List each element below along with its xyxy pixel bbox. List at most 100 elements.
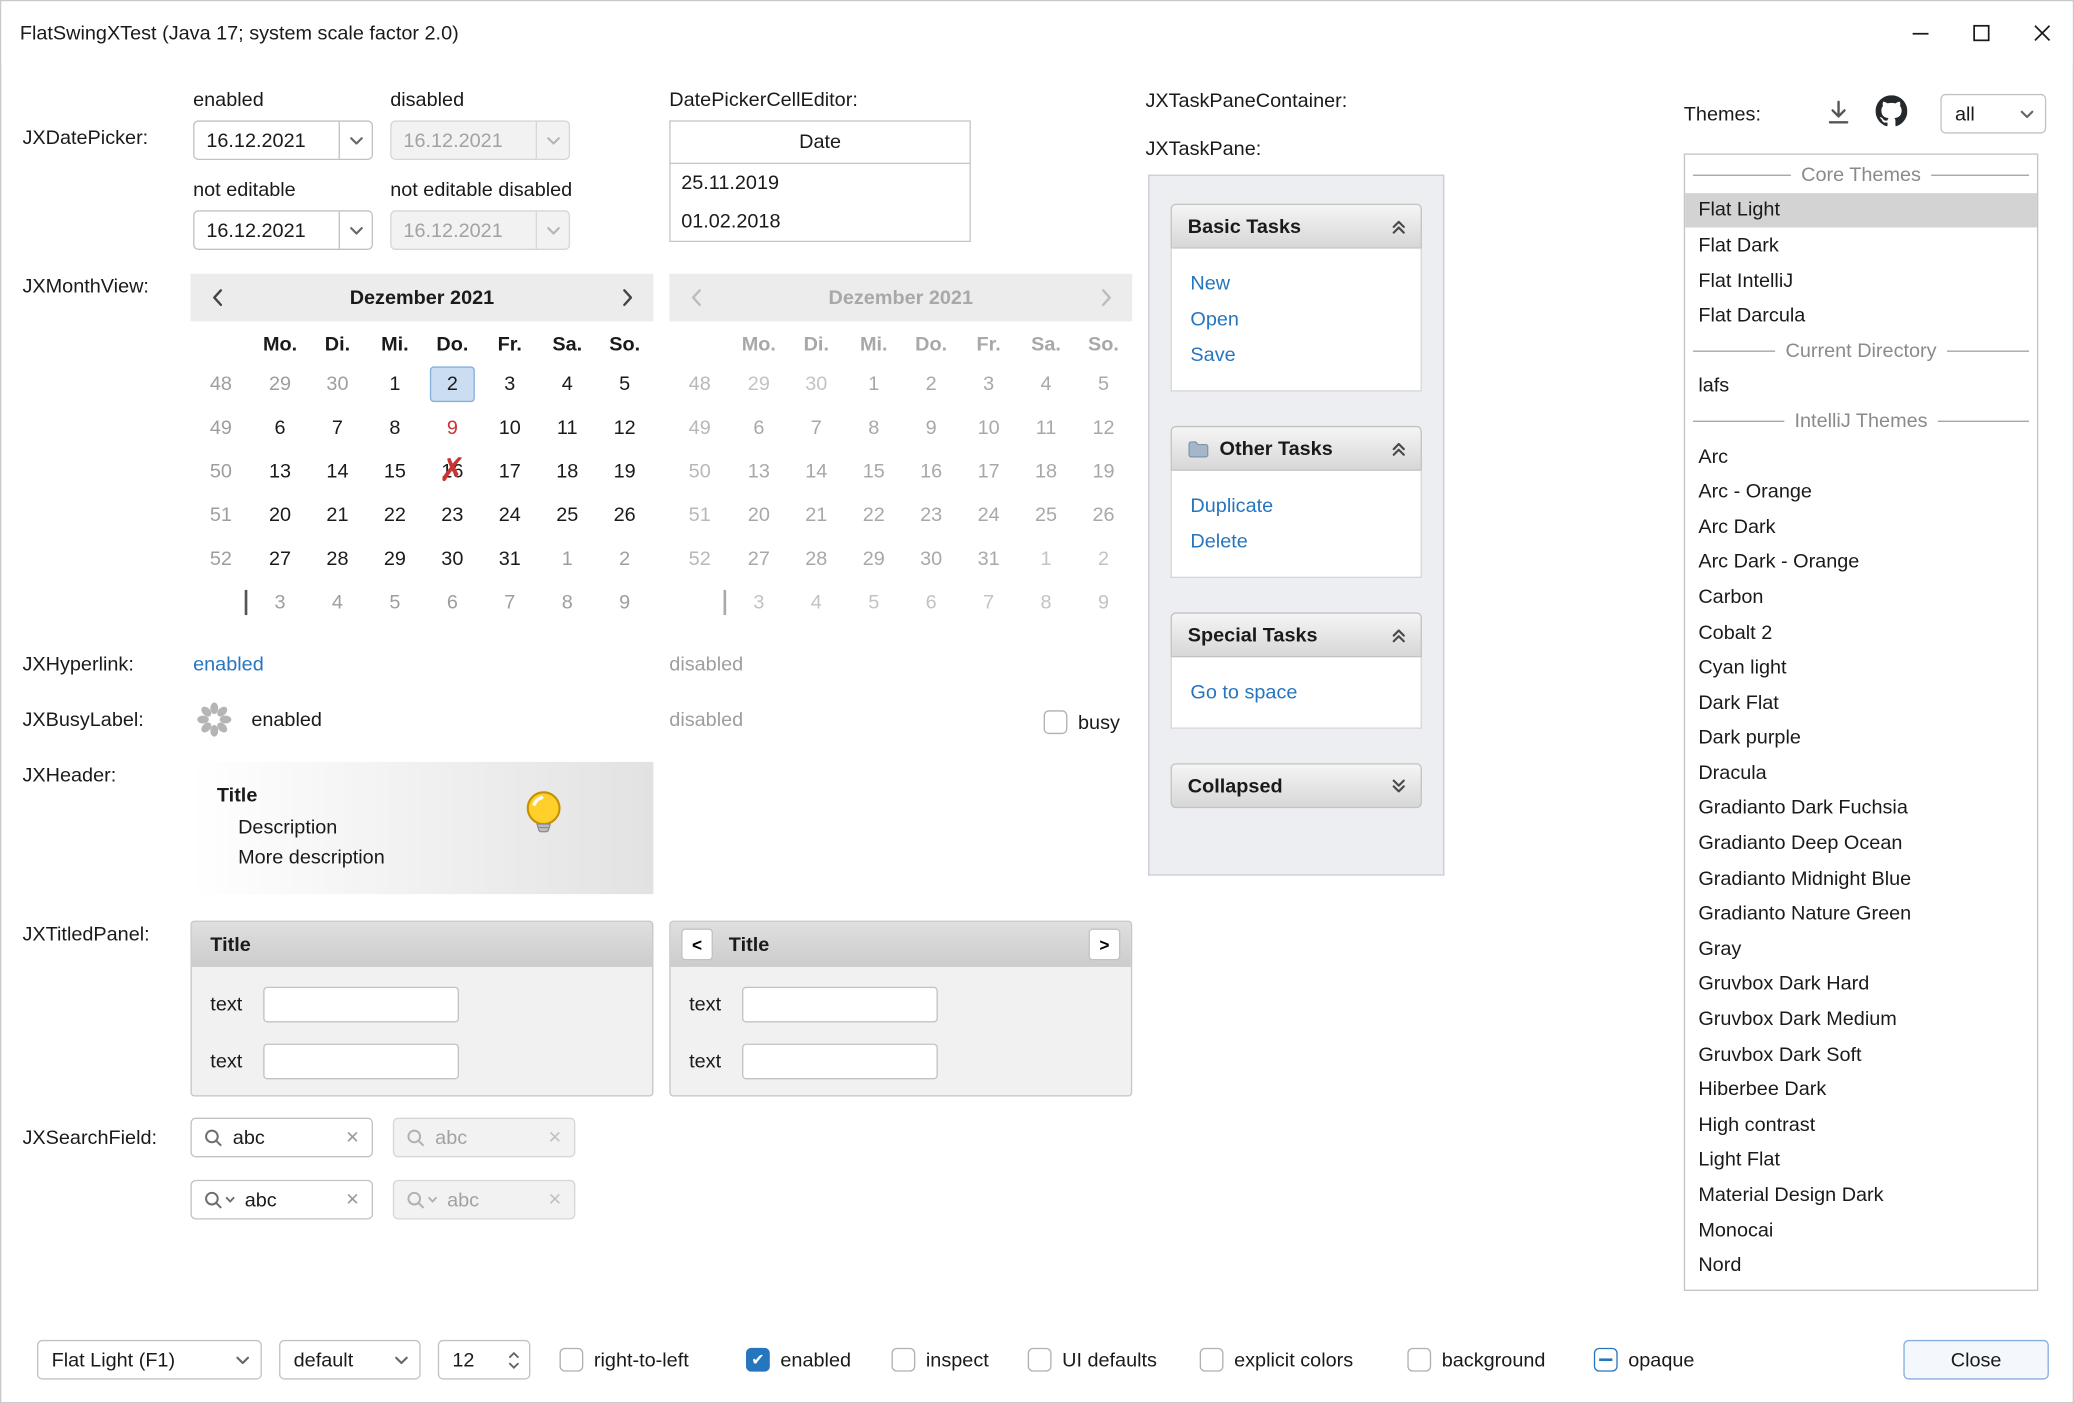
calendar-day[interactable]: 7 xyxy=(309,406,366,450)
titled-panel-right-button[interactable]: > xyxy=(1089,929,1121,961)
calendar-day[interactable]: 3 xyxy=(481,362,538,406)
collapse-icon[interactable] xyxy=(1390,626,1407,643)
themes-list[interactable]: Core ThemesFlat LightFlat DarkFlat Intel… xyxy=(1684,153,2038,1291)
minimize-button[interactable] xyxy=(1890,1,1951,64)
theme-list-item[interactable]: Gruvbox Dark Soft xyxy=(1685,1037,2037,1072)
calendar-day[interactable]: 15 xyxy=(366,450,423,494)
calendar-day[interactable]: 1 xyxy=(539,537,596,581)
theme-list-item[interactable]: Cyan light xyxy=(1685,650,2037,685)
font-size-spinner[interactable]: 12 xyxy=(438,1340,531,1380)
theme-list-item[interactable]: Material Design Dark xyxy=(1685,1177,2037,1212)
calendar-day[interactable]: 13 xyxy=(251,450,308,494)
calendar-day[interactable]: 9 xyxy=(424,406,481,450)
previous-month-button[interactable] xyxy=(190,288,243,307)
theme-list-item[interactable]: Dracula xyxy=(1685,755,2037,790)
checkbox-explicit-colors[interactable]: explicit colors xyxy=(1200,1340,1353,1380)
spinner-arrows-icon[interactable] xyxy=(497,1341,529,1378)
theme-list-item[interactable]: Flat Darcula xyxy=(1685,298,2037,333)
checkbox-ui-defaults[interactable]: UI defaults xyxy=(1028,1340,1157,1380)
taskpane-header[interactable]: Collapsed xyxy=(1171,763,1422,808)
calendar-day[interactable]: 24 xyxy=(481,493,538,537)
clear-icon[interactable]: ✕ xyxy=(345,1189,359,1210)
calendar-day[interactable]: 17 xyxy=(481,450,538,494)
taskpane-link[interactable]: New xyxy=(1190,266,1402,302)
text-field[interactable] xyxy=(263,987,459,1023)
checkbox-right-to-left[interactable]: right-to-left xyxy=(560,1340,689,1380)
taskpane-header[interactable]: Basic Tasks xyxy=(1171,204,1422,249)
taskpane-header[interactable]: Special Tasks xyxy=(1171,612,1422,657)
theme-list-item[interactable]: Gradianto Midnight Blue xyxy=(1685,861,2037,896)
theme-list-item[interactable]: Gradianto Dark Fuchsia xyxy=(1685,791,2037,826)
calendar-day[interactable]: 6 xyxy=(424,581,481,625)
calendar-day[interactable]: 8 xyxy=(366,406,423,450)
calendar-day[interactable]: 14 xyxy=(309,450,366,494)
search-value[interactable]: abc xyxy=(245,1188,336,1210)
download-icon[interactable] xyxy=(1824,98,1853,127)
collapse-icon[interactable] xyxy=(1390,218,1407,235)
close-button[interactable]: Close xyxy=(1903,1340,2048,1380)
calendar-day[interactable]: 22 xyxy=(366,493,423,537)
text-field[interactable] xyxy=(742,987,938,1023)
theme-list-item[interactable]: High contrast xyxy=(1685,1107,2037,1142)
taskpane-link[interactable]: Open xyxy=(1190,302,1402,338)
calendar-day[interactable]: 11 xyxy=(539,406,596,450)
search-field-enabled[interactable]: abc ✕ xyxy=(190,1118,373,1158)
calendar-day[interactable]: 21 xyxy=(309,493,366,537)
calendar-day[interactable]: 9 xyxy=(596,581,653,625)
calendar-day[interactable]: 5 xyxy=(366,581,423,625)
calendar-day[interactable]: 8 xyxy=(539,581,596,625)
checkbox-opaque[interactable]: opaque xyxy=(1594,1340,1695,1380)
month-view-enabled[interactable]: Dezember 2021Mo.Di.Mi.Do.Fr.Sa.So.482930… xyxy=(190,274,653,625)
calendar-day[interactable]: 4 xyxy=(309,581,366,625)
calendar-day[interactable]: 29 xyxy=(251,362,308,406)
theme-list-item[interactable]: Carbon xyxy=(1685,580,2037,615)
github-icon[interactable] xyxy=(1876,95,1908,127)
theme-list-item[interactable]: Arc xyxy=(1685,439,2037,474)
checkbox-inspect[interactable]: inspect xyxy=(891,1340,988,1380)
calendar-day[interactable]: 25 xyxy=(539,493,596,537)
theme-list-item[interactable]: Gray xyxy=(1685,931,2037,966)
collapse-icon[interactable] xyxy=(1390,440,1407,457)
calendar-day[interactable]: 10 xyxy=(481,406,538,450)
theme-filter-combo[interactable]: all xyxy=(1940,94,2046,134)
calendar-day[interactable]: 19 xyxy=(596,450,653,494)
theme-list-item[interactable]: Dark purple xyxy=(1685,720,2037,755)
calendar-day[interactable]: 30 xyxy=(309,362,366,406)
theme-list-item[interactable]: Flat IntelliJ xyxy=(1685,263,2037,298)
search-menu-icon[interactable] xyxy=(204,1190,236,1210)
spinner-value[interactable]: 12 xyxy=(452,1348,474,1370)
theme-list-item[interactable]: Light Flat xyxy=(1685,1142,2037,1177)
theme-list-item[interactable]: Nord xyxy=(1685,1248,2037,1283)
calendar-day[interactable]: 18 xyxy=(539,450,596,494)
text-field[interactable] xyxy=(742,1044,938,1080)
hyperlink-enabled[interactable]: enabled xyxy=(193,653,264,675)
theme-list-item[interactable]: Gruvbox Dark Medium xyxy=(1685,1002,2037,1037)
date-value[interactable]: 16.12.2021 xyxy=(194,129,338,151)
close-window-button[interactable] xyxy=(2012,1,2073,64)
calendar-day[interactable]: 31 xyxy=(481,537,538,581)
table-row[interactable]: 25.11.2019 xyxy=(671,164,970,202)
taskpane-link[interactable]: Go to space xyxy=(1190,675,1402,711)
datepicker-not-editable[interactable]: 16.12.2021 xyxy=(193,210,373,250)
theme-list-item[interactable]: Flat Dark xyxy=(1685,228,2037,263)
calendar-day[interactable]: 3 xyxy=(251,581,308,625)
calendar-day[interactable]: 27 xyxy=(251,537,308,581)
calendar-day[interactable]: 6 xyxy=(251,406,308,450)
next-month-button[interactable] xyxy=(601,288,654,307)
calendar-day[interactable]: 16✗ xyxy=(424,450,481,494)
calendar-day[interactable]: 4 xyxy=(539,362,596,406)
calendar-day[interactable]: 2 xyxy=(424,362,481,406)
calendar-day[interactable]: 5 xyxy=(596,362,653,406)
calendar-day[interactable]: 23 xyxy=(424,493,481,537)
taskpane-link[interactable]: Delete xyxy=(1190,524,1402,560)
date-column-header[interactable]: Date xyxy=(671,122,970,164)
search-field-menu-enabled[interactable]: abc ✕ xyxy=(190,1180,373,1220)
calendar-day[interactable]: 12 xyxy=(596,406,653,450)
theme-list-item[interactable]: Gruvbox Dark Hard xyxy=(1685,966,2037,1001)
expand-icon[interactable] xyxy=(1390,777,1407,794)
theme-list-item[interactable]: Gradianto Nature Green xyxy=(1685,896,2037,931)
theme-list-item[interactable]: Arc Dark - Orange xyxy=(1685,544,2037,579)
taskpane-link[interactable]: Duplicate xyxy=(1190,488,1402,524)
titled-panel-left-button[interactable]: < xyxy=(681,929,713,961)
theme-list-item[interactable]: Gradianto Deep Ocean xyxy=(1685,826,2037,861)
